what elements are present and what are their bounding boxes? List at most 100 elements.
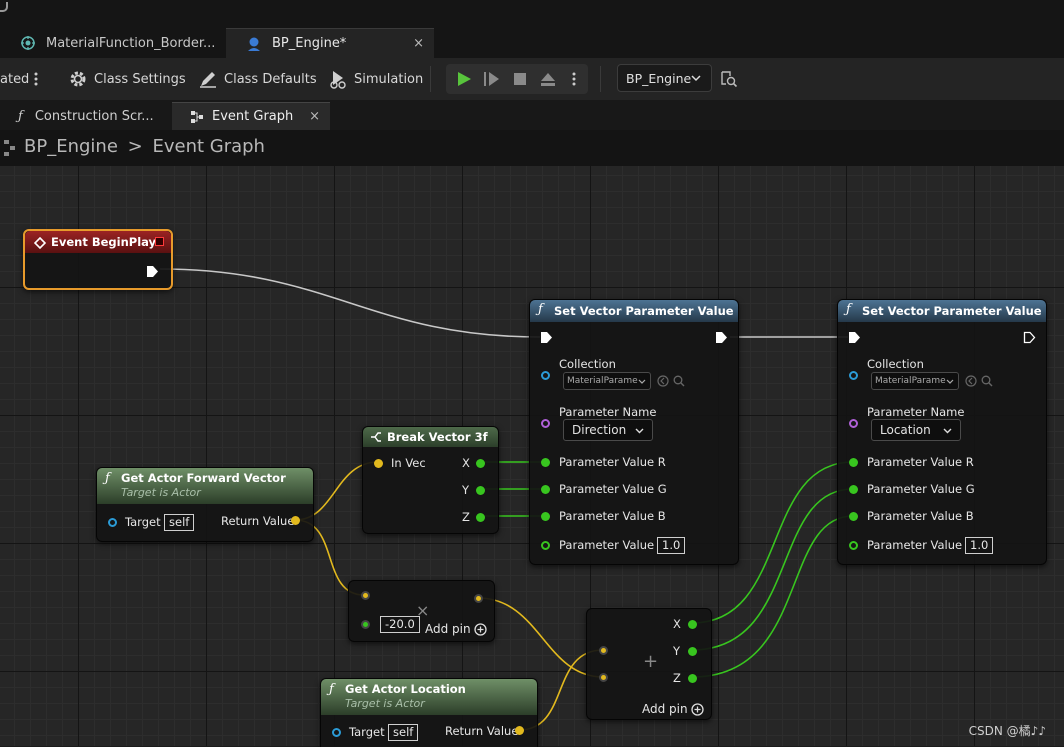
set-vector-parameter-node[interactable]: Set Vector Parameter Value ƒ Collection … [837,299,1047,565]
play-options-icon[interactable] [572,71,576,87]
target-label: Target [349,725,385,739]
close-tab-icon[interactable]: × [413,36,424,51]
breadcrumb-separator: > [127,136,143,157]
param-a-pin[interactable] [541,541,550,550]
param-b-pin[interactable] [541,512,550,521]
parameter-name-value: Location [880,423,931,437]
add-pin-label[interactable]: Add pin [642,702,688,716]
x-out-pin[interactable] [688,620,697,629]
material-function-icon [21,36,35,50]
target-input[interactable]: self [164,514,195,531]
return-value-pin[interactable] [291,516,300,525]
tab-material-function[interactable]: MaterialFunction_Border... [0,28,224,58]
play-icon[interactable] [456,71,472,87]
param-a-input[interactable]: 1.0 [657,537,686,554]
exec-out-pin[interactable] [1023,331,1036,344]
param-r-pin[interactable] [541,458,550,467]
browse-search-icon[interactable] [673,375,685,387]
target-input[interactable]: self [388,724,419,741]
exec-out-pin[interactable] [146,265,159,278]
break-vector-node[interactable]: Break Vector 3f In Vec X Y Z [362,426,499,534]
parameter-name-pin[interactable] [541,419,550,428]
collection-pin[interactable] [541,371,550,380]
step-icon[interactable] [484,71,500,87]
param-r-label: Parameter Value R [559,455,666,469]
param-b-pin[interactable] [849,512,858,521]
collection-select[interactable]: MaterialParame [563,372,651,390]
breadcrumb-root[interactable]: BP_Engine [24,136,118,157]
toolbar-divider [600,66,601,92]
collection-select[interactable]: MaterialParame [871,372,959,390]
param-g-label: Parameter Value G [559,482,667,496]
node-subtitle: Target is Actor [121,486,201,499]
multiply-value-input[interactable]: -20.0 [380,616,420,633]
more-options-icon[interactable] [34,58,44,100]
add-input-a-pin[interactable] [599,646,608,655]
exec-out-pin[interactable] [715,331,728,344]
multiply-input-b-pin[interactable] [361,620,370,629]
add-input-b-pin[interactable] [599,673,608,682]
find-in-blueprint-icon[interactable] [720,70,738,88]
get-actor-location-node[interactable]: Get Actor Location Target is Actor ƒ Tar… [320,678,538,747]
exec-in-pin[interactable] [848,331,861,344]
add-symbol: + [643,651,659,672]
add-node[interactable]: X Y + Z Add pin [586,608,712,720]
stop-icon[interactable] [512,71,528,87]
multiply-node[interactable]: × -20.0 Add pin [348,580,495,642]
parameter-name-pin[interactable] [849,419,858,428]
y-out-pin[interactable] [688,647,697,656]
param-g-pin[interactable] [541,485,550,494]
event-beginplay-node[interactable]: Event BeginPlay [23,229,173,290]
browse-search-icon[interactable] [981,375,993,387]
param-a-input[interactable]: 1.0 [965,537,994,554]
z-out-pin[interactable] [688,674,697,683]
class-settings-button[interactable]: Class Settings [68,58,186,100]
function-icon: ƒ [329,682,334,697]
param-a-pin[interactable] [849,541,858,550]
chevron-down-icon [691,75,701,82]
param-r-pin[interactable] [849,458,858,467]
tab-construction-script[interactable]: ƒ Construction Scr... [0,102,170,130]
target-pin[interactable] [332,728,341,737]
simulation-button[interactable]: Simulation [328,58,423,100]
get-actor-forward-vector-node[interactable]: Get Actor Forward Vector Target is Actor… [96,467,314,542]
multiply-input-a-pin[interactable] [361,591,370,600]
set-vector-parameter-node[interactable]: Set Vector Parameter Value ƒ Collection … [529,299,739,565]
param-g-pin[interactable] [849,485,858,494]
delegate-pin[interactable] [155,237,164,246]
z-label: Z [673,671,681,685]
exec-in-pin[interactable] [540,331,553,344]
y-out-pin[interactable] [476,486,485,495]
param-b-label: Parameter Value B [867,509,974,523]
eject-icon[interactable] [540,71,556,87]
target-pin[interactable] [108,518,117,527]
tab-bp-engine[interactable]: BP_Engine* × [226,28,434,58]
collection-pin[interactable] [849,371,858,380]
debug-object-select[interactable]: BP_Engine [617,64,712,92]
parameter-name-select[interactable]: Direction [563,419,653,441]
parameter-name-select[interactable]: Location [871,419,961,441]
param-a-label: Parameter Value A [559,538,666,552]
use-selected-icon[interactable] [657,375,669,387]
x-out-pin[interactable] [476,459,485,468]
node-title: Event BeginPlay [51,235,157,249]
chevron-down-icon [946,379,954,384]
tab-event-graph[interactable]: Event Graph × [172,102,330,130]
tab-label: MaterialFunction_Border... [46,35,216,51]
add-pin-label[interactable]: Add pin [425,622,471,636]
z-label: Z [462,510,470,524]
add-pin-icon[interactable] [474,623,487,636]
function-icon: ƒ [538,302,543,317]
multiply-output-pin[interactable] [474,594,483,603]
return-value-pin[interactable] [515,726,524,735]
toolbar: ated Class Settings Class Defaults Simul… [0,58,1064,100]
event-graph-icon [191,110,203,123]
in-vec-pin[interactable] [374,459,383,468]
add-pin-icon[interactable] [691,703,704,716]
compile-status-button[interactable]: ated [0,58,29,100]
breadcrumb-current: Event Graph [152,136,265,157]
z-out-pin[interactable] [476,513,485,522]
close-tab-icon[interactable]: × [309,109,320,124]
class-defaults-button[interactable]: Class Defaults [198,58,317,100]
use-selected-icon[interactable] [965,375,977,387]
